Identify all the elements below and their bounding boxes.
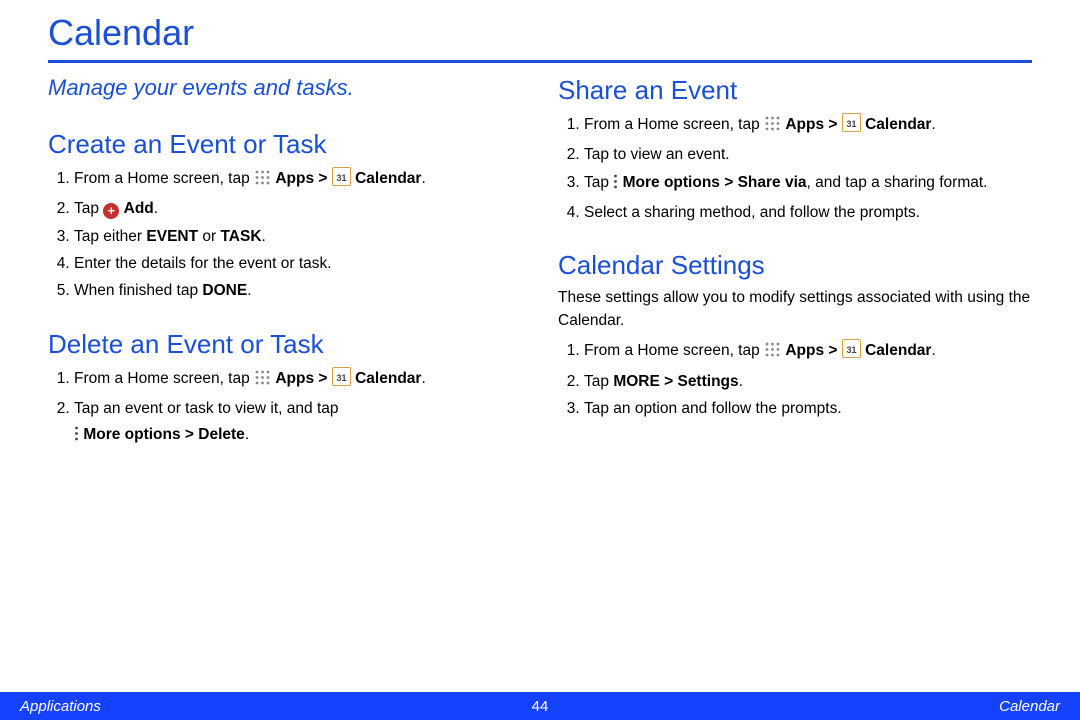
- heading-create: Create an Event or Task: [48, 129, 522, 160]
- more-settings-label: MORE > Settings: [613, 373, 738, 390]
- add-icon: +: [103, 203, 119, 219]
- calendar-label: Calendar: [865, 116, 931, 133]
- text: or: [198, 228, 220, 245]
- text: .: [154, 200, 158, 217]
- calendar-icon: 31: [332, 367, 351, 395]
- more-share-label: More options > Share via: [623, 174, 807, 191]
- apps-icon: [254, 169, 271, 195]
- calendar-label: Calendar: [355, 370, 421, 387]
- text: From a Home screen, tap: [74, 370, 250, 387]
- page-title: Calendar: [48, 12, 1032, 54]
- text: Tap: [74, 200, 99, 217]
- text: .: [931, 116, 935, 133]
- text: From a Home screen, tap: [584, 342, 760, 359]
- delete-steps: From a Home screen, tap Apps > 31 Calend…: [48, 366, 522, 452]
- heading-settings: Calendar Settings: [558, 250, 1032, 281]
- step: Tap MORE > Settings.: [584, 369, 1032, 395]
- heading-delete: Delete an Event or Task: [48, 329, 522, 360]
- text: .: [262, 228, 266, 245]
- step: From a Home screen, tap Apps > 31 Calend…: [584, 112, 1032, 141]
- calendar-icon: 31: [332, 167, 351, 195]
- text: , and tap a sharing format.: [807, 174, 988, 191]
- subtitle: Manage your events and tasks.: [48, 75, 522, 101]
- text: Tap: [584, 373, 613, 390]
- chevron: >: [828, 116, 837, 133]
- apps-label: Apps: [785, 116, 824, 133]
- text: Tap either: [74, 228, 146, 245]
- calendar-label: Calendar: [355, 170, 421, 187]
- text: .: [245, 426, 249, 443]
- step: From a Home screen, tap Apps > 31 Calend…: [584, 338, 1032, 367]
- text: .: [421, 170, 425, 187]
- text: From a Home screen, tap: [74, 170, 250, 187]
- step: Select a sharing method, and follow the …: [584, 200, 1032, 226]
- apps-icon: [254, 369, 271, 395]
- step: Enter the details for the event or task.: [74, 251, 522, 277]
- step: From a Home screen, tap Apps > 31 Calend…: [74, 166, 522, 195]
- chevron: >: [318, 170, 327, 187]
- svg-text:31: 31: [846, 345, 856, 355]
- add-label: Add: [124, 200, 154, 217]
- right-column: Share an Event From a Home screen, tap A…: [558, 75, 1032, 476]
- svg-text:31: 31: [846, 119, 856, 129]
- left-column: Manage your events and tasks. Create an …: [48, 75, 522, 476]
- svg-text:31: 31: [336, 373, 346, 383]
- create-steps: From a Home screen, tap Apps > 31 Calend…: [48, 166, 522, 305]
- apps-icon: [764, 341, 781, 367]
- task-label: TASK: [220, 228, 261, 245]
- event-label: EVENT: [146, 228, 198, 245]
- more-options-icon: [613, 173, 618, 199]
- step: Tap either EVENT or TASK.: [74, 224, 522, 250]
- text: Tap an event or task to view it, and tap: [74, 400, 339, 417]
- apps-label: Apps: [275, 170, 314, 187]
- chevron: >: [318, 370, 327, 387]
- calendar-icon: 31: [842, 339, 861, 367]
- step: When finished tap DONE.: [74, 278, 522, 304]
- step: From a Home screen, tap Apps > 31 Calend…: [74, 366, 522, 395]
- apps-icon: [764, 115, 781, 141]
- apps-label: Apps: [275, 370, 314, 387]
- more-options-icon: [74, 425, 79, 451]
- text: .: [247, 282, 251, 299]
- text: From a Home screen, tap: [584, 116, 760, 133]
- done-label: DONE: [202, 282, 247, 299]
- settings-lead: These settings allow you to modify setti…: [558, 287, 1032, 332]
- text: Tap: [584, 174, 609, 191]
- step: Tap an event or task to view it, and tap…: [74, 396, 522, 452]
- columns: Manage your events and tasks. Create an …: [48, 75, 1032, 476]
- step: Tap + Add.: [74, 196, 522, 222]
- footer: Applications 44 Calendar: [0, 692, 1080, 720]
- heading-share: Share an Event: [558, 75, 1032, 106]
- step: Tap to view an event.: [584, 142, 1032, 168]
- step: Tap More options > Share via, and tap a …: [584, 170, 1032, 199]
- page: Calendar Manage your events and tasks. C…: [0, 0, 1080, 476]
- title-rule: [48, 60, 1032, 63]
- calendar-icon: 31: [842, 113, 861, 141]
- settings-steps: From a Home screen, tap Apps > 31 Calend…: [558, 338, 1032, 422]
- apps-label: Apps: [785, 342, 824, 359]
- text: .: [931, 342, 935, 359]
- svg-text:31: 31: [336, 173, 346, 183]
- share-steps: From a Home screen, tap Apps > 31 Calend…: [558, 112, 1032, 226]
- text: .: [421, 370, 425, 387]
- text: When finished tap: [74, 282, 202, 299]
- chevron: >: [828, 342, 837, 359]
- more-delete-label: More options > Delete: [83, 426, 245, 443]
- calendar-label: Calendar: [865, 342, 931, 359]
- page-number: 44: [0, 698, 1080, 715]
- text: .: [739, 373, 743, 390]
- step: Tap an option and follow the prompts.: [584, 396, 1032, 422]
